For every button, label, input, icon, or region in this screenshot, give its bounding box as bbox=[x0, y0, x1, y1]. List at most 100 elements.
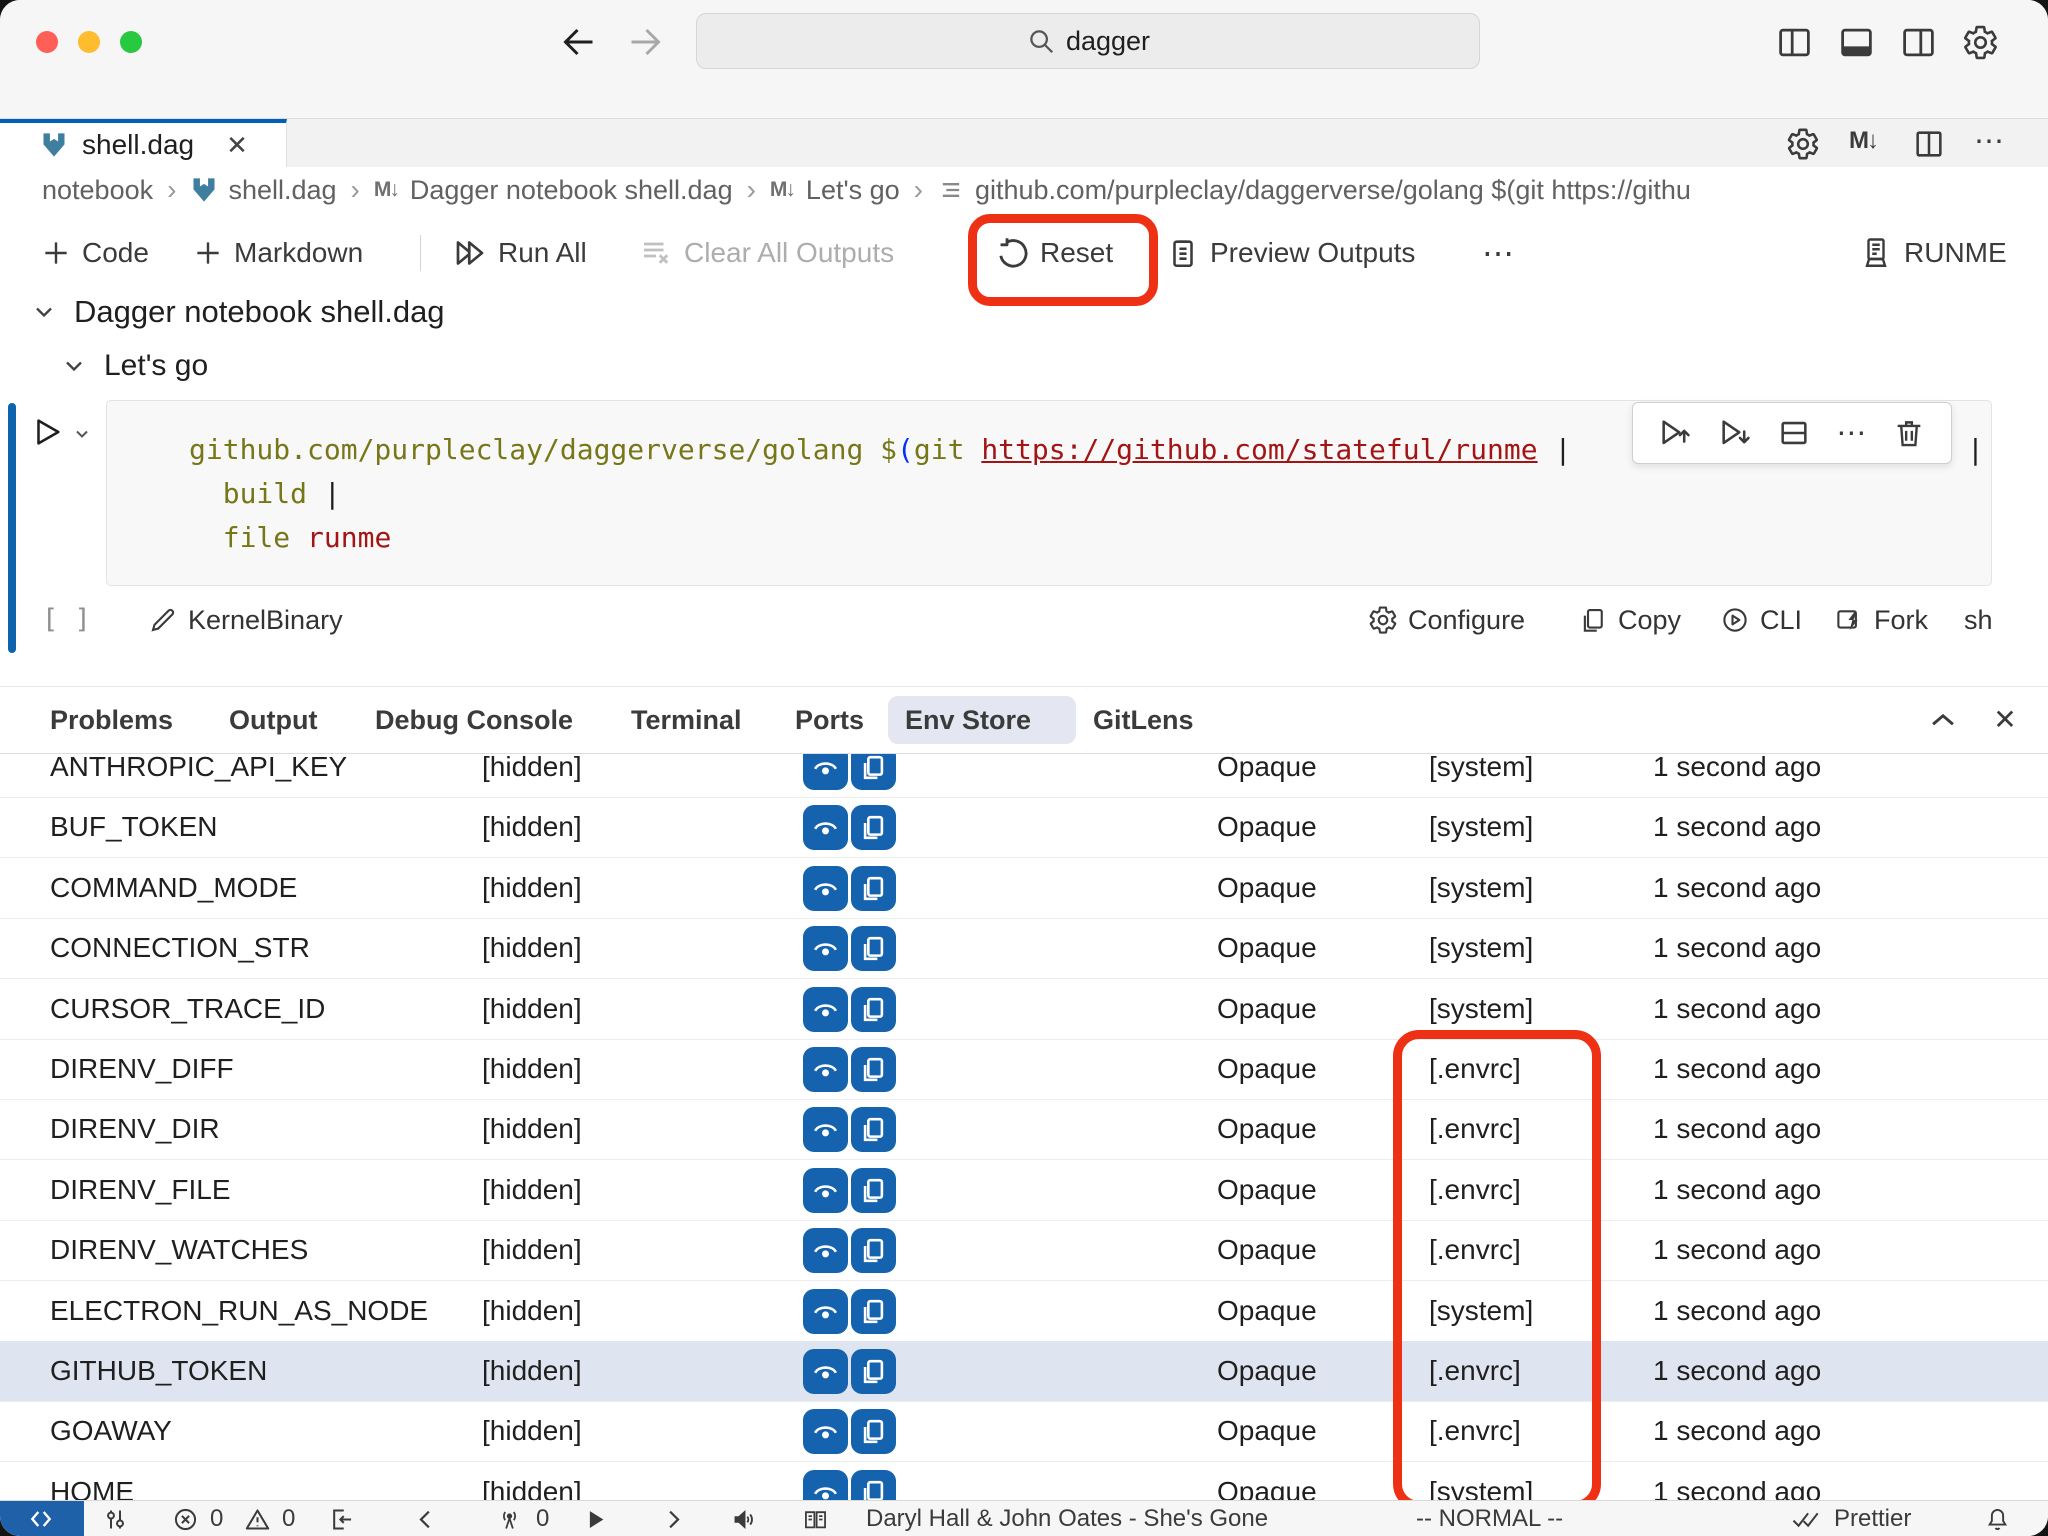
code-link[interactable]: https://github.com/stateful/runme bbox=[981, 433, 1537, 466]
chevron-left-icon[interactable] bbox=[412, 1506, 439, 1533]
configure-button[interactable]: Configure bbox=[1368, 588, 1525, 652]
notebook-heading-1[interactable]: Dagger notebook shell.dag bbox=[30, 294, 445, 330]
split-editor-icon[interactable] bbox=[1912, 127, 1946, 161]
copy-secret-button[interactable] bbox=[851, 866, 896, 911]
broadcast-tower-icon[interactable] bbox=[496, 1506, 523, 1533]
warnings-icon[interactable] bbox=[244, 1506, 271, 1533]
exit-door-icon[interactable] bbox=[328, 1506, 355, 1533]
kernel-selector[interactable]: KernelBinary bbox=[148, 588, 343, 652]
env-row-CURSOR_TRACE_ID[interactable]: CURSOR_TRACE_ID[hidden]Opaque[system]1 s… bbox=[0, 979, 2048, 1040]
chevron-down-icon[interactable] bbox=[60, 352, 88, 380]
copy-secret-button[interactable] bbox=[851, 1107, 896, 1152]
reveal-secret-button[interactable] bbox=[803, 1168, 848, 1213]
editor-more-actions-icon[interactable]: ⋯ bbox=[1972, 127, 2006, 161]
copy-secret-button[interactable] bbox=[851, 1168, 896, 1213]
env-row-HOME[interactable]: HOME[hidden]Opaque[system]1 second ago bbox=[0, 1462, 2048, 1500]
macos-minimize-button[interactable] bbox=[78, 31, 100, 53]
macos-zoom-button[interactable] bbox=[120, 31, 142, 53]
copy-secret-button[interactable] bbox=[851, 1228, 896, 1273]
toggle-right-sidebar-icon[interactable] bbox=[1900, 24, 1937, 61]
maximize-panel-chevron-icon[interactable] bbox=[1926, 703, 1960, 737]
add-markdown-cell-button[interactable]: Markdown bbox=[192, 213, 363, 292]
env-row-ELECTRON_RUN_AS_NODE[interactable]: ELECTRON_RUN_AS_NODE[hidden]Opaque[syste… bbox=[0, 1281, 2048, 1342]
notebook-heading-2[interactable]: Let's go bbox=[60, 348, 208, 384]
tab-env-store[interactable]: Env Store bbox=[905, 687, 1031, 753]
execute-below-icon[interactable] bbox=[1718, 416, 1752, 450]
copy-secret-button[interactable] bbox=[851, 1047, 896, 1092]
reveal-secret-button[interactable] bbox=[803, 1470, 848, 1500]
delete-cell-icon[interactable] bbox=[1892, 416, 1926, 450]
add-code-cell-button[interactable]: Code bbox=[40, 213, 149, 292]
broadcast-count[interactable]: 0 bbox=[536, 1501, 549, 1536]
close-panel-icon[interactable]: ✕ bbox=[1988, 703, 2022, 737]
run-all-button[interactable]: Run All bbox=[452, 213, 587, 292]
toggle-panel-icon[interactable] bbox=[1838, 24, 1875, 61]
env-row-ANTHROPIC_API_KEY[interactable]: ANTHROPIC_API_KEY[hidden]Opaque[system]1… bbox=[0, 754, 2048, 798]
env-row-BUF_TOKEN[interactable]: BUF_TOKEN[hidden]Opaque[system]1 second … bbox=[0, 797, 2048, 858]
env-row-DIRENV_DIR[interactable]: DIRENV_DIR[hidden]Opaque[.envrc]1 second… bbox=[0, 1099, 2048, 1160]
env-row-DIRENV_WATCHES[interactable]: DIRENV_WATCHES[hidden]Opaque[.envrc]1 se… bbox=[0, 1220, 2048, 1281]
reveal-secret-button[interactable] bbox=[803, 1047, 848, 1092]
reveal-secret-button[interactable] bbox=[803, 1289, 848, 1334]
book-icon[interactable] bbox=[802, 1506, 829, 1533]
formatter-label[interactable]: Prettier bbox=[1834, 1501, 1911, 1536]
reveal-secret-button[interactable] bbox=[803, 1349, 848, 1394]
chevron-down-icon[interactable] bbox=[30, 298, 58, 326]
markdown-export-icon[interactable]: M↓ bbox=[1846, 127, 1880, 161]
breadcrumb-file[interactable]: shell.dag bbox=[228, 175, 336, 206]
tab-shell-dag[interactable]: shell.dag ✕ bbox=[0, 119, 287, 167]
copy-secret-button[interactable] bbox=[851, 1349, 896, 1394]
env-row-GITHUB_TOKEN[interactable]: GITHUB_TOKEN[hidden]Opaque[.envrc]1 seco… bbox=[0, 1341, 2048, 1402]
cli-button[interactable]: CLI bbox=[1720, 588, 1802, 652]
copy-secret-button[interactable] bbox=[851, 805, 896, 850]
copy-secret-button[interactable] bbox=[851, 1409, 896, 1454]
breadcrumb-notebook[interactable]: notebook bbox=[42, 175, 153, 206]
source-control-graph-icon[interactable] bbox=[102, 1506, 129, 1533]
copy-secret-button[interactable] bbox=[851, 926, 896, 971]
cell-more-actions-icon[interactable]: ⋯ bbox=[1836, 416, 1866, 451]
env-row-DIRENV_DIFF[interactable]: DIRENV_DIFF[hidden]Opaque[.envrc]1 secon… bbox=[0, 1039, 2048, 1100]
fork-button[interactable]: Fork bbox=[1834, 588, 1928, 652]
cell-language-label[interactable]: sh bbox=[1964, 588, 1993, 652]
error-count[interactable]: 0 bbox=[210, 1501, 223, 1536]
tab-problems[interactable]: Problems bbox=[50, 687, 173, 753]
settings-gear-icon[interactable] bbox=[1962, 24, 1999, 61]
reveal-secret-button[interactable] bbox=[803, 1228, 848, 1273]
copy-secret-button[interactable] bbox=[851, 1470, 896, 1500]
chevron-right-icon[interactable] bbox=[660, 1506, 687, 1533]
runme-button[interactable]: RUNME bbox=[1858, 213, 2007, 292]
macos-close-button[interactable] bbox=[36, 31, 58, 53]
vim-mode-label[interactable]: -- NORMAL -- bbox=[1416, 1501, 1563, 1536]
run-cell-button[interactable] bbox=[30, 415, 64, 449]
tab-output[interactable]: Output bbox=[229, 687, 317, 753]
reveal-secret-button[interactable] bbox=[803, 754, 848, 790]
tab-ports[interactable]: Ports bbox=[795, 687, 864, 753]
reset-button[interactable]: Reset bbox=[996, 213, 1113, 292]
reveal-secret-button[interactable] bbox=[803, 926, 848, 971]
reveal-secret-button[interactable] bbox=[803, 805, 848, 850]
copy-secret-button[interactable] bbox=[851, 987, 896, 1032]
env-row-GOAWAY[interactable]: GOAWAY[hidden]Opaque[.envrc]1 second ago bbox=[0, 1401, 2048, 1462]
tab-gitlens[interactable]: GitLens bbox=[1093, 687, 1194, 753]
notebook-settings-gear-icon[interactable] bbox=[1786, 127, 1820, 161]
bell-icon[interactable] bbox=[1984, 1506, 2011, 1533]
env-row-DIRENV_FILE[interactable]: DIRENV_FILE[hidden]Opaque[.envrc]1 secon… bbox=[0, 1160, 2048, 1221]
speaker-icon[interactable] bbox=[731, 1506, 758, 1533]
split-cell-icon[interactable] bbox=[1777, 416, 1811, 450]
reveal-secret-button[interactable] bbox=[803, 987, 848, 1032]
tab-debug-console[interactable]: Debug Console bbox=[375, 687, 573, 753]
back-arrow-icon[interactable] bbox=[561, 24, 597, 60]
toolbar-more-actions-icon[interactable]: ⋯ bbox=[1482, 213, 1514, 292]
reveal-secret-button[interactable] bbox=[803, 1107, 848, 1152]
env-row-COMMAND_MODE[interactable]: COMMAND_MODE[hidden]Opaque[system]1 seco… bbox=[0, 858, 2048, 919]
breadcrumb-heading2[interactable]: Let's go bbox=[806, 175, 900, 206]
run-options-chevron-icon[interactable] bbox=[72, 424, 92, 444]
breadcrumb-cell[interactable]: github.com/purpleclay/daggerverse/golang… bbox=[975, 175, 1691, 206]
errors-icon[interactable] bbox=[172, 1506, 199, 1533]
tab-terminal[interactable]: Terminal bbox=[631, 687, 742, 753]
now-playing-label[interactable]: Daryl Hall & John Oates - She's Gone bbox=[866, 1501, 1268, 1536]
remote-indicator[interactable] bbox=[0, 1501, 84, 1536]
execute-above-icon[interactable] bbox=[1658, 416, 1692, 450]
copy-secret-button[interactable] bbox=[851, 1289, 896, 1334]
forward-arrow-icon[interactable] bbox=[627, 24, 663, 60]
